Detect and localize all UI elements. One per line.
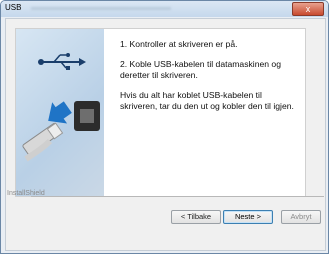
title-bar[interactable]: USB x bbox=[1, 1, 328, 17]
usb-icon bbox=[38, 53, 86, 70]
installer-window: USB x 1. Kontroller at skriveren er på. … bbox=[0, 0, 329, 254]
window-title: USB bbox=[5, 3, 22, 12]
step-1-text: 1. Kontroller at skriveren er på. bbox=[120, 39, 238, 49]
close-button[interactable]: x bbox=[292, 2, 324, 16]
title-bar-blurred-text bbox=[31, 7, 171, 10]
usb-illustration bbox=[16, 29, 104, 196]
next-button[interactable]: Neste > bbox=[223, 210, 273, 224]
footer-divider bbox=[31, 196, 324, 197]
instructions-panel: 1. Kontroller at skriveren er på. 2. Kob… bbox=[15, 28, 306, 197]
back-button[interactable]: < Tilbake bbox=[171, 210, 221, 224]
step-2-text: 2. Koble USB-kabelen til datamaskinen og… bbox=[120, 59, 281, 80]
instructions-text: 1. Kontroller at skriveren er på. 2. Kob… bbox=[120, 39, 298, 121]
reconnect-note: Hvis du alt har koblet USB-kabelen til s… bbox=[120, 90, 294, 111]
cancel-button[interactable]: Avbryt bbox=[281, 210, 321, 224]
